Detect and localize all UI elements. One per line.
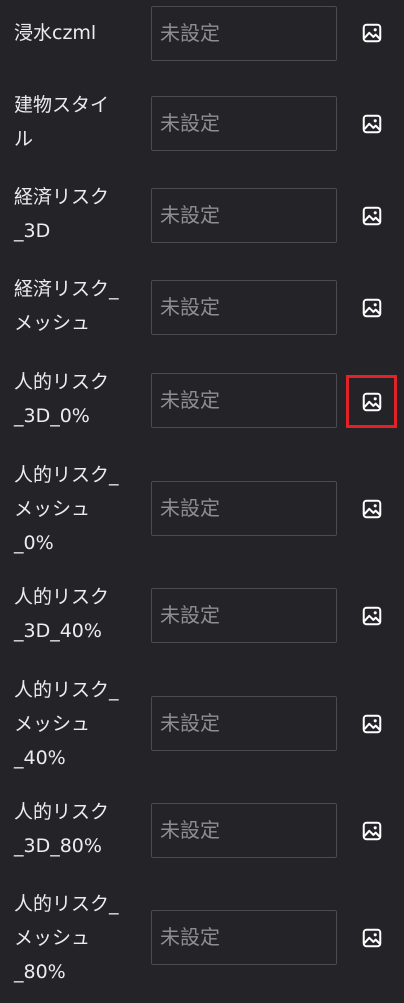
image-path-field[interactable]: 未設定 — [151, 96, 337, 151]
image-path-field[interactable]: 未設定 — [151, 588, 337, 643]
image-icon — [362, 114, 382, 134]
image-picker-button[interactable] — [356, 600, 388, 632]
row-label: 人的リスク_ メッシュ _80% — [14, 893, 119, 983]
image-path-field[interactable]: 未設定 — [151, 373, 337, 428]
row-label: 人的リスク _3D_80% — [14, 801, 110, 857]
image-icon — [362, 392, 381, 411]
image-path-field[interactable]: 未設定 — [151, 481, 337, 536]
image-path-field[interactable]: 未設定 — [151, 803, 337, 858]
row-label: 人的リスク_ メッシュ _40% — [14, 679, 119, 769]
image-picker-button-highlighted[interactable] — [346, 375, 397, 428]
image-picker-button[interactable] — [356, 108, 388, 140]
image-icon — [362, 928, 382, 948]
row-label: 人的リスク _3D_0% — [14, 371, 110, 427]
image-path-field[interactable]: 未設定 — [151, 188, 337, 243]
image-icon — [362, 714, 382, 734]
image-path-field[interactable]: 未設定 — [151, 696, 337, 751]
image-icon — [362, 206, 382, 226]
row-label: 浸水czml — [14, 22, 97, 44]
row-label: 経済リスク _3D — [14, 186, 110, 242]
image-picker-button[interactable] — [356, 17, 388, 49]
row-label: 経済リスク_ メッシュ — [14, 278, 119, 334]
image-icon — [362, 298, 382, 318]
row-label: 人的リスク _3D_40% — [14, 586, 110, 642]
row-label: 人的リスク_ メッシュ _0% — [14, 464, 119, 554]
image-picker-button[interactable] — [356, 922, 388, 954]
image-picker-button[interactable] — [356, 493, 388, 525]
image-path-field[interactable]: 未設定 — [151, 910, 337, 965]
image-picker-button[interactable] — [356, 708, 388, 740]
image-icon — [362, 606, 382, 626]
image-icon — [362, 23, 382, 43]
image-picker-button[interactable] — [356, 200, 388, 232]
image-path-field[interactable]: 未設定 — [151, 6, 337, 61]
image-picker-button[interactable] — [356, 815, 388, 847]
row-label: 建物スタイ ル — [14, 94, 110, 150]
image-icon — [362, 821, 382, 841]
image-path-field[interactable]: 未設定 — [151, 280, 337, 335]
image-icon — [362, 499, 382, 519]
image-picker-button[interactable] — [356, 292, 388, 324]
